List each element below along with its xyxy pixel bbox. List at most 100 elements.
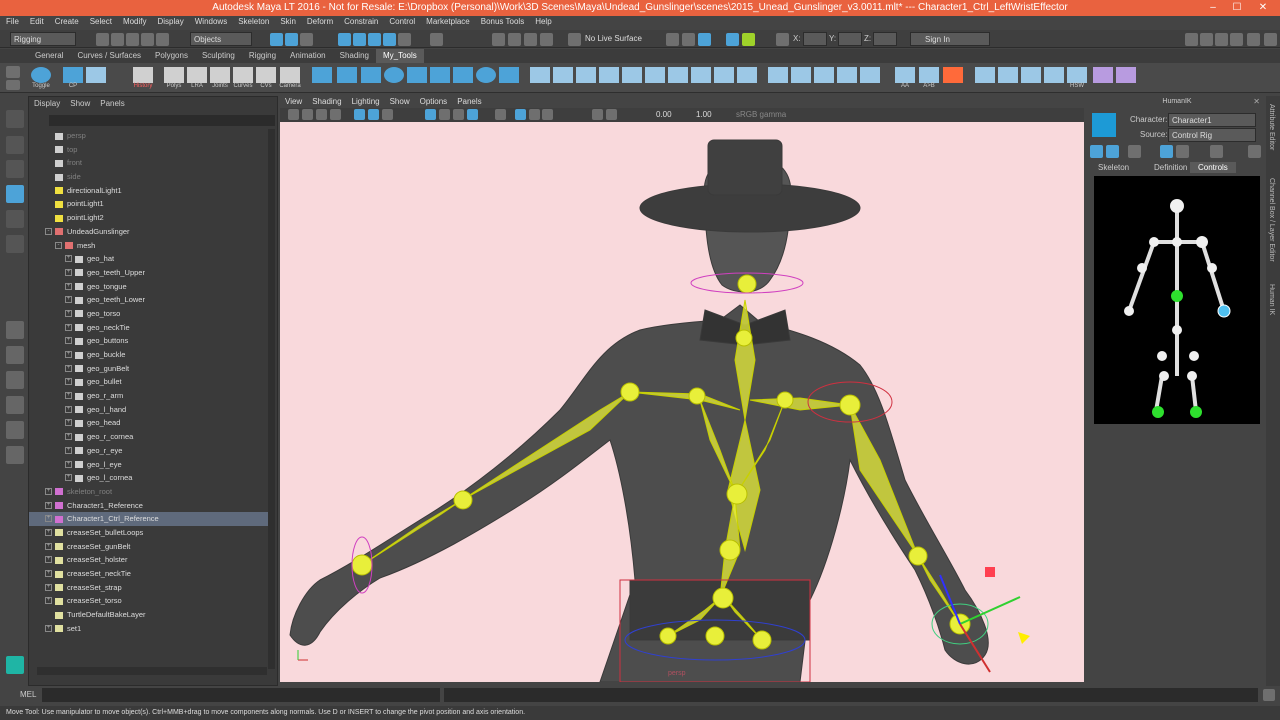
menu-modify[interactable]: Modify [117, 16, 152, 26]
insert-joint-icon[interactable] [668, 67, 688, 83]
ik-handle-icon[interactable] [553, 67, 573, 83]
close-button[interactable]: ✕ [1252, 0, 1274, 16]
outliner-row[interactable]: - UndeadGunslinger [29, 225, 269, 239]
outliner-row[interactable]: + geo_l_eye [29, 458, 269, 472]
orient-constraint-icon[interactable] [814, 67, 834, 83]
move-tool-icon[interactable] [6, 185, 24, 203]
expand-toggle-icon[interactable]: + [65, 351, 72, 358]
lighting-icon[interactable] [592, 109, 603, 120]
new-scene-icon[interactable] [96, 33, 109, 46]
torus-icon[interactable] [476, 67, 496, 83]
cvs-icon[interactable] [256, 67, 276, 83]
outliner-search-field[interactable] [49, 115, 275, 126]
scale-tool-icon[interactable] [6, 235, 24, 253]
shelf-tab-sculpting[interactable]: Sculpting [195, 49, 242, 63]
viewport-menu-options[interactable]: Options [415, 97, 453, 106]
expand-toggle-icon[interactable]: + [65, 474, 72, 482]
resolution-gate-icon[interactable] [382, 109, 393, 120]
outliner-row[interactable]: + creaseSet_neckTie [29, 567, 269, 581]
snap-grid-icon[interactable] [338, 33, 351, 46]
menu-bonus-tools[interactable]: Bonus Tools [475, 16, 529, 26]
grid-icon[interactable] [354, 109, 365, 120]
outliner-row[interactable]: + geo_bullet [29, 375, 269, 389]
mirror-matching-icon[interactable] [1210, 145, 1223, 158]
save-scene-icon[interactable] [126, 33, 139, 46]
snap-live-icon[interactable] [398, 33, 411, 46]
shelf-tab-curves-surfaces[interactable]: Curves / Surfaces [70, 49, 148, 63]
shelf-tab-general[interactable]: General [28, 49, 70, 63]
absolute-transform-icon[interactable] [776, 33, 789, 46]
outliner-row[interactable]: + geo_r_cornea [29, 430, 269, 444]
shelf-tab-polygons[interactable]: Polygons [148, 49, 195, 63]
render-icon[interactable] [508, 33, 521, 46]
expand-toggle-icon[interactable]: + [65, 419, 72, 427]
script-editor-icon[interactable] [1263, 689, 1275, 701]
hik-tab-skeleton[interactable]: Skeleton [1094, 162, 1133, 173]
expand-toggle-icon[interactable]: + [65, 433, 72, 441]
aim-constraint-icon[interactable] [791, 67, 811, 83]
shelf-tab-shading[interactable]: Shading [333, 49, 376, 63]
outliner-row[interactable]: + geo_r_eye [29, 444, 269, 458]
xray-active-icon[interactable] [529, 109, 540, 120]
snap-view-plane-icon[interactable] [383, 33, 396, 46]
input-ops-icon[interactable] [430, 33, 443, 46]
full-body-ik-icon[interactable] [1090, 145, 1103, 158]
colorspace-dropdown[interactable]: sRGB gamma [736, 110, 786, 119]
menu-file[interactable]: File [0, 16, 24, 26]
menu-skeleton[interactable]: Skeleton [232, 16, 274, 26]
viewport-3d[interactable]: persp [280, 122, 1084, 682]
modeling-toolkit-toggle-icon[interactable] [1247, 33, 1260, 46]
xray-joints-icon[interactable] [515, 109, 526, 120]
bind-skin-icon[interactable] [576, 67, 596, 83]
select-camera-icon[interactable] [288, 109, 299, 120]
hik-tab-definition[interactable]: Definition [1150, 162, 1191, 173]
skeleton-tool-icon[interactable] [530, 67, 550, 83]
menu-edit[interactable]: Edit [24, 16, 49, 26]
menu-select[interactable]: Select [84, 16, 117, 26]
expand-toggle-icon[interactable]: + [65, 296, 72, 304]
outliner-row[interactable]: + geo_teeth_Lower [29, 293, 269, 307]
attribute-editor-toggle-icon[interactable] [1215, 33, 1228, 46]
outliner-row[interactable]: + geo_gunBelt [29, 362, 269, 376]
expand-toggle-icon[interactable]: + [45, 597, 52, 605]
outliner-row[interactable]: + geo_r_arm [29, 389, 269, 403]
expand-toggle-icon[interactable]: + [45, 542, 52, 550]
cp-icon-2[interactable] [86, 67, 106, 83]
menu-help[interactable]: Help [529, 16, 556, 26]
parent-constraint-icon[interactable] [860, 67, 880, 83]
scale-constraint-icon[interactable] [837, 67, 857, 83]
ipr-render-icon[interactable] [524, 33, 537, 46]
mel-input[interactable] [42, 688, 440, 702]
select-effector-icon[interactable] [1128, 145, 1141, 158]
character-dropdown[interactable]: Character1 [1168, 113, 1256, 127]
textured-icon[interactable] [542, 109, 553, 120]
drop-icon[interactable] [499, 67, 519, 83]
menuset-dropdown[interactable]: Rigging [10, 32, 76, 46]
outliner-row[interactable]: TurtleDefaultBakeLayer [29, 608, 269, 622]
expand-toggle-icon[interactable]: + [65, 446, 72, 454]
side-tab-human-ik[interactable]: Human IK [1268, 284, 1275, 315]
outliner-row[interactable]: + Character1_Reference [29, 499, 269, 513]
shelf-tab-my-tools[interactable]: My_Tools [375, 49, 424, 63]
outliner-row[interactable]: + skeleton_root [29, 485, 269, 499]
outliner-row[interactable]: + creaseSet_torso [29, 594, 269, 608]
hypershade-layout-icon[interactable] [6, 421, 24, 439]
wrap-icon[interactable] [1021, 67, 1041, 83]
soft-select-icon[interactable] [682, 33, 695, 46]
expand-toggle-icon[interactable]: + [45, 570, 52, 577]
hik-options-icon[interactable] [1248, 145, 1261, 158]
gamma-value[interactable]: 1.00 [696, 110, 712, 119]
expand-toggle-icon[interactable]: + [65, 323, 72, 331]
viewport-menu-show[interactable]: Show [385, 97, 415, 106]
outliner-row[interactable]: + geo_l_hand [29, 403, 269, 417]
side-tab-attribute-editor[interactable]: Attribute Editor [1268, 104, 1275, 150]
outliner-row[interactable]: + geo_torso [29, 307, 269, 321]
blend-shape-icon[interactable] [1044, 67, 1064, 83]
outliner-row[interactable]: pointLight1 [29, 197, 269, 211]
humanik-close-icon[interactable]: ✕ [1253, 97, 1260, 106]
paint-select-tool-icon[interactable] [6, 160, 24, 178]
expand-toggle-icon[interactable]: + [45, 501, 52, 509]
image-plane-icon[interactable] [330, 109, 341, 120]
expand-toggle-icon[interactable]: + [65, 460, 72, 468]
outliner-row[interactable]: front [29, 156, 269, 170]
